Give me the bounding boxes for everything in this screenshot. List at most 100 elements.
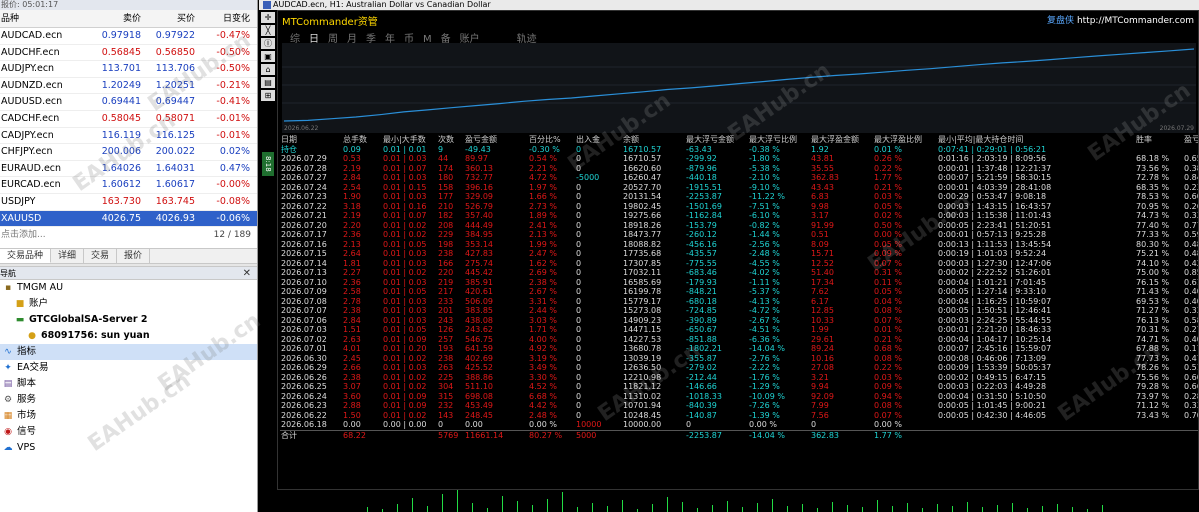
add-symbol-label[interactable]: 点击添加... [1, 227, 46, 243]
close-icon[interactable]: ✕ [243, 267, 251, 281]
table-cell: 0 [576, 163, 582, 173]
home-icon[interactable]: ⌂ [261, 64, 275, 75]
tab-details[interactable]: 详细 [51, 249, 85, 264]
table-cell: 526.79 [465, 201, 493, 211]
column-symbol[interactable]: 品种 [0, 10, 90, 27]
table-cell: 80.30 % [1136, 239, 1170, 249]
table-cell: 17.34 [811, 277, 834, 287]
table-header-cell: 最小|平均|最大持仓时间 [938, 135, 1024, 144]
table-cell: 0.01 | 0.20 [383, 344, 427, 353]
table-cell: 0 [576, 220, 582, 230]
volume-bar [412, 498, 413, 512]
volume-bar [922, 508, 923, 512]
table-cell: -1.39 % [749, 410, 780, 420]
tab-symbols[interactable]: 交易品种 [0, 249, 52, 264]
tab-ticks[interactable]: 报价 [117, 249, 151, 264]
table-cell: 17307.85 [623, 258, 662, 268]
table-cell: 2.36 [343, 230, 361, 239]
table-row: 2026.07.10 2.36 0.01 | 0.03 219 385.91 2.38 %… [280, 277, 1198, 288]
navigator-item[interactable]: ☁ VPS [0, 440, 257, 456]
table-cell: 0:07:41 | 0:29:01 | 0:56:21 [938, 144, 1047, 154]
navigator-item[interactable]: ◉ 信号 [0, 424, 257, 440]
table-cell: 0.01 | 0.03 [383, 258, 427, 268]
table-cell: -2.48 % [749, 249, 780, 258]
navigator-item[interactable]: ∿ 指标 [0, 344, 257, 361]
tab-trading[interactable]: 交易 [84, 249, 118, 264]
table-cell: 0.01 | 0.05 [383, 325, 427, 334]
table-cell: 3.17 [811, 211, 829, 220]
table-cell: 0 [576, 144, 582, 154]
left-toolbar: ✛ ╳ Ⓘ ▣ ⌂ ▤ ⊞ 8:18 [259, 10, 277, 512]
brand-url[interactable]: http://MTCommander.com [1077, 16, 1194, 26]
brand-link[interactable]: 复盘侠 http://MTCommander.com [1047, 13, 1194, 26]
table-cell: 229 [438, 230, 454, 239]
table-cell: 11661.14 [464, 429, 528, 440]
market-watch-row[interactable]: AUDUSD.ecn 0.69441 0.69447 -0.41% [0, 94, 257, 111]
market-watch-row[interactable]: EURAUD.ecn 1.64026 1.64031 0.47% [0, 161, 257, 178]
table-header-row: 日期 总手数 最小|大手数 次数 盈亏金额 百分比% 出入金 余额 最大浮亏金额 最大浮亏比例 最大… [280, 135, 1198, 145]
table-cell: 0.00 [465, 420, 483, 429]
volume-bar [1102, 505, 1103, 512]
table-cell: 77.73 % [1136, 353, 1170, 363]
navigator-item[interactable]: ● 68091756: sun yuan [0, 328, 257, 344]
market-watch-row[interactable]: USDJPY 163.730 163.745 -0.08% [0, 194, 257, 211]
market-watch-row[interactable]: CADCHF.ecn 0.58045 0.58071 -0.01% [0, 111, 257, 128]
navigator-item-label: 市场 [17, 410, 37, 422]
navigator-item[interactable]: ✦ EA交易 [0, 360, 257, 376]
list-icon[interactable]: ▤ [261, 77, 275, 88]
market-watch-row[interactable]: AUDJPY.ecn 113.701 113.706 -0.50% [0, 61, 257, 78]
market-watch-row[interactable]: AUDNZD.ecn 1.20249 1.20251 -0.21% [0, 78, 257, 95]
table-cell: 4.00 % [529, 334, 557, 344]
info-icon[interactable]: Ⓘ [261, 38, 275, 49]
navigator-item[interactable]: ▪ TMGM AU [0, 280, 257, 296]
navigator-item-label: GTCGlobalSA-Server 2 [29, 314, 148, 326]
crosshair-icon[interactable]: ✛ [261, 12, 275, 23]
table-cell: -5000 [576, 173, 600, 182]
table-cell: -848.21 [686, 287, 717, 296]
market-watch-row[interactable]: CHFJPY.ecn 200.006 200.022 0.02% [0, 144, 257, 161]
table-cell: 0.27 [1184, 325, 1198, 334]
table-cell: 0.51 [811, 230, 829, 239]
daily-change: 0.47% [219, 162, 250, 174]
frame-icon[interactable]: ▣ [261, 51, 275, 62]
navigator-item[interactable]: ▦ 市场 [0, 408, 257, 424]
volume-bar [427, 506, 428, 512]
cursor-cross-icon[interactable]: ╳ [261, 25, 275, 36]
table-cell: 0.01 | 0.02 [383, 382, 427, 391]
market-watch-row[interactable]: EURCAD.ecn 1.60612 1.60617 -0.00% [0, 177, 257, 194]
add-symbol-row[interactable]: 点击添加... 12 / 189 [0, 227, 257, 243]
table-cell: 0:00:03 | 1:15:38 | 11:01:43 [938, 211, 1052, 220]
column-ask[interactable]: 买价 [144, 10, 198, 27]
grid-icon[interactable]: ⊞ [261, 90, 275, 101]
table-cell: 70.95 % [1136, 201, 1170, 211]
volume-bar [952, 506, 953, 512]
table-row: 2026.07.17 2.36 0.01 | 0.02 229 384.95 2.13 %… [280, 230, 1198, 240]
column-change[interactable]: 日变化 [198, 10, 256, 27]
table-cell: 2.73 % [529, 201, 557, 211]
ask-price: 163.745 [155, 195, 195, 207]
ask-price: 0.56850 [155, 46, 195, 58]
table-cell: 10701.94 [623, 401, 662, 410]
market-watch-row[interactable]: CADJPY.ecn 116.119 116.125 -0.01% [0, 128, 257, 145]
equity-chart: 2026.06.22 2026.07.29 [282, 43, 1196, 133]
table-cell: 396.16 [465, 182, 493, 192]
table-cell: -1.44 % [749, 230, 780, 239]
navigator-item[interactable]: ▬ GTCGlobalSA-Server 2 [0, 312, 257, 328]
volume-bar [1057, 504, 1058, 512]
table-cell: -5.37 % [749, 287, 780, 296]
navigator-item[interactable]: ▤ 脚本 [0, 376, 257, 392]
table-cell [622, 429, 685, 440]
column-bid[interactable]: 卖价 [90, 10, 144, 27]
symbol-name: CADJPY.ecn [1, 129, 54, 141]
table-cell: -0.38 % [749, 144, 780, 154]
table-cell [1183, 145, 1198, 155]
table-cell: 2026.07.09 [281, 287, 327, 296]
market-watch-row[interactable]: XAUUSD 4026.75 4026.93 -0.06% [0, 210, 257, 228]
table-cell: 67.88 % [1136, 344, 1170, 353]
market-watch-row[interactable]: AUDCAD.ecn 0.97918 0.97922 -0.47% [0, 28, 257, 45]
market-watch-row[interactable]: AUDCHF.ecn 0.56845 0.56850 -0.50% [0, 45, 257, 62]
navigator-item[interactable]: ⚙ 服务 [0, 392, 257, 408]
daily-change: -0.00% [216, 179, 250, 191]
table-cell: 208 [438, 220, 454, 230]
navigator-item[interactable]: ■ 账户 [0, 296, 257, 312]
